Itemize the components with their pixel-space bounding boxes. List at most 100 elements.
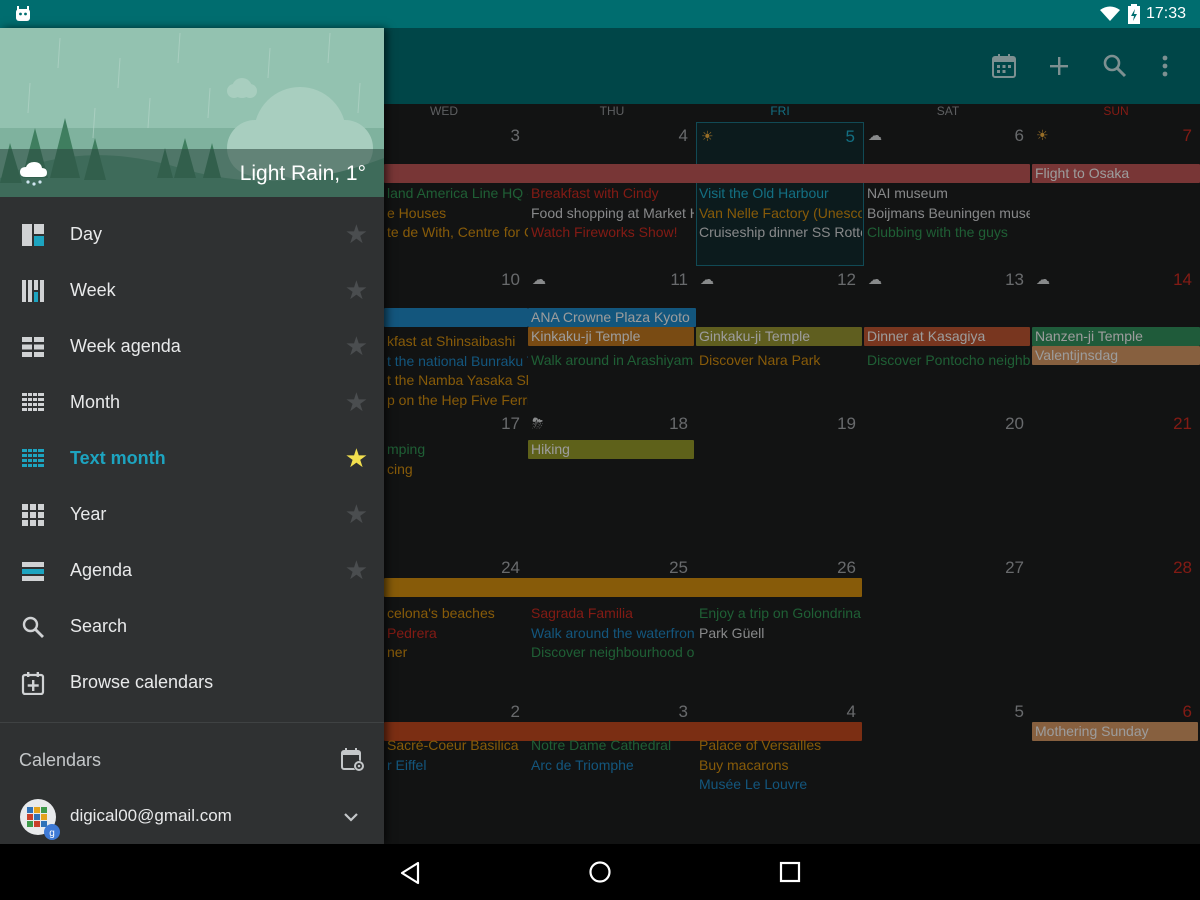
calendar-today-icon[interactable] xyxy=(990,52,1018,80)
navigation-drawer: Light Rain, 1° Day ★ Week ★ Week agenda … xyxy=(0,28,384,844)
add-icon[interactable] xyxy=(1045,52,1073,80)
multi-day-event-bar[interactable]: Hiking xyxy=(528,440,694,459)
event-item[interactable]: Notre Dame Cathedral xyxy=(528,736,694,755)
menu-item-search[interactable]: Search xyxy=(0,599,384,655)
day-cell[interactable]: 18 ⛈ xyxy=(528,410,696,554)
event-item[interactable]: cing xyxy=(384,460,528,479)
star-icon[interactable]: ★ xyxy=(345,387,368,418)
menu-item-day[interactable]: Day ★ xyxy=(0,207,384,263)
day-cell[interactable]: 19 xyxy=(696,410,864,554)
week-view-icon xyxy=(22,280,44,302)
day-cell[interactable]: 5 xyxy=(864,698,1032,842)
multi-day-event-bar[interactable]: Nanzen-ji Temple xyxy=(1032,327,1200,346)
event-item[interactable]: ner xyxy=(384,643,528,662)
day-cell[interactable]: 21 xyxy=(1032,410,1200,554)
event-item[interactable]: Van Nelle Factory (Unesco xyxy=(696,204,862,223)
menu-item-text-month[interactable]: Text month ★ xyxy=(0,431,384,487)
event-item[interactable]: Visit the Old Harbour xyxy=(696,184,862,203)
sunny-icon: ☀ xyxy=(701,128,714,144)
recents-icon[interactable] xyxy=(779,861,801,883)
event-item[interactable]: e Houses xyxy=(384,204,528,223)
event-item[interactable]: Discover Pontocho neighb xyxy=(864,351,1030,370)
star-icon[interactable]: ★ xyxy=(345,219,368,250)
event-item[interactable]: kfast at Shinsaibashi xyxy=(384,332,528,351)
event-item[interactable]: Sacré-Coeur Basilica xyxy=(384,736,528,755)
chevron-down-icon[interactable] xyxy=(342,808,360,826)
menu-item-month[interactable]: Month ★ xyxy=(0,375,384,431)
star-icon[interactable]: ★ xyxy=(345,331,368,362)
day-number: 5 xyxy=(845,127,855,146)
day-cell[interactable]: 20 xyxy=(864,410,1032,554)
event-item[interactable]: t the national Bunraku T xyxy=(384,352,528,371)
day-cell[interactable]: 6 xyxy=(1032,698,1200,842)
menu-item-browse-calendars[interactable]: Browse calendars xyxy=(0,655,384,711)
day-number: 17 xyxy=(501,414,520,433)
day-number: 26 xyxy=(837,558,856,577)
event-item[interactable]: Sagrada Familia xyxy=(528,604,694,623)
day-header: THU xyxy=(599,104,625,118)
multi-day-event-bar[interactable]: Valentijnsdag xyxy=(1032,346,1200,365)
event-item[interactable]: Breakfast with Cindy xyxy=(528,184,694,203)
day-cell[interactable]: 27 xyxy=(864,554,1032,698)
day-cell[interactable]: 7 ☀ xyxy=(1032,122,1200,266)
day-cell[interactable]: 17 xyxy=(384,410,528,554)
event-item[interactable]: Food shopping at Market H xyxy=(528,204,694,223)
home-icon[interactable] xyxy=(588,860,612,884)
event-item[interactable]: Palace of Versailles xyxy=(696,736,862,755)
more-vert-icon[interactable] xyxy=(1151,52,1179,80)
event-item[interactable]: Pedrera xyxy=(384,624,528,643)
event-item[interactable]: Discover Nara Park xyxy=(696,351,862,370)
event-item[interactable]: mping xyxy=(384,440,528,459)
event-item[interactable]: Discover neighbourhood o xyxy=(528,643,694,662)
account-row[interactable]: g digical00@gmail.com xyxy=(0,790,384,844)
agenda-icon xyxy=(22,562,44,581)
event-item[interactable]: celona's beaches xyxy=(384,604,528,623)
back-icon[interactable] xyxy=(398,861,422,885)
search-icon[interactable] xyxy=(1101,52,1129,80)
star-icon[interactable]: ★ xyxy=(345,555,368,586)
star-icon[interactable]: ★ xyxy=(345,499,368,530)
menu-label: Day xyxy=(70,224,103,244)
status-bar: 17:33 xyxy=(0,0,1200,28)
event-item[interactable]: Boijmans Beuningen muse xyxy=(864,204,1030,223)
event-item[interactable]: Park Güell xyxy=(696,624,862,643)
day-header: SAT xyxy=(936,104,960,118)
star-filled-icon[interactable]: ★ xyxy=(345,443,368,474)
multi-day-event-bar[interactable]: Kinkaku-ji Temple xyxy=(528,327,694,346)
event-item[interactable]: land America Line HQ - xyxy=(384,184,528,203)
event-item[interactable]: Cruiseship dinner SS Rotte xyxy=(696,223,862,242)
event-item[interactable]: Musée Le Louvre xyxy=(696,775,862,794)
menu-item-year[interactable]: Year ★ xyxy=(0,487,384,543)
multi-day-event-bar[interactable]: Mothering Sunday xyxy=(1032,722,1198,741)
day-number: 13 xyxy=(1005,270,1024,289)
day-number: 19 xyxy=(837,414,856,433)
event-item[interactable]: Watch Fireworks Show! xyxy=(528,223,694,242)
multi-day-event-bar[interactable] xyxy=(384,578,862,597)
multi-day-event-bar[interactable]: Dinner at Kasagiya xyxy=(864,327,1030,346)
event-item[interactable]: Clubbing with the guys xyxy=(864,223,1030,242)
event-item[interactable]: Enjoy a trip on Golondrina xyxy=(696,604,862,623)
menu-item-agenda[interactable]: Agenda ★ xyxy=(0,543,384,599)
day-number: 11 xyxy=(670,270,688,289)
star-icon[interactable]: ★ xyxy=(345,275,368,306)
menu-item-week[interactable]: Week ★ xyxy=(0,263,384,319)
multi-day-event-bar[interactable]: Ginkaku-ji Temple xyxy=(696,327,862,346)
event-item[interactable]: te de With, Centre for C xyxy=(384,223,528,242)
calendar-settings-icon[interactable] xyxy=(340,747,366,773)
multi-day-event-bar[interactable] xyxy=(384,308,528,327)
menu-label: Month xyxy=(70,392,121,412)
event-item[interactable]: Arc de Triomphe xyxy=(528,756,694,775)
event-item[interactable]: t the Namba Yasaka Sh xyxy=(384,371,528,390)
day-cell[interactable]: 28 xyxy=(1032,554,1200,698)
multi-day-event-bar[interactable]: ANA Crowne Plaza Kyoto xyxy=(528,308,696,327)
event-item[interactable]: NAI museum xyxy=(864,184,1030,203)
multi-day-event-bar[interactable] xyxy=(384,164,1030,183)
event-item[interactable]: p on the Hep Five Ferris xyxy=(384,391,528,410)
event-item[interactable]: Buy macarons xyxy=(696,756,862,775)
menu-item-week-agenda[interactable]: Week agenda ★ xyxy=(0,319,384,375)
event-item[interactable]: Walk around in Arashiyama xyxy=(528,351,694,370)
event-item[interactable]: r Eiffel xyxy=(384,756,528,775)
weather-header: Light Rain, 1° xyxy=(0,28,384,197)
multi-day-event-bar[interactable]: Flight to Osaka xyxy=(1032,164,1200,183)
event-item[interactable]: Walk around the waterfron xyxy=(528,624,694,643)
